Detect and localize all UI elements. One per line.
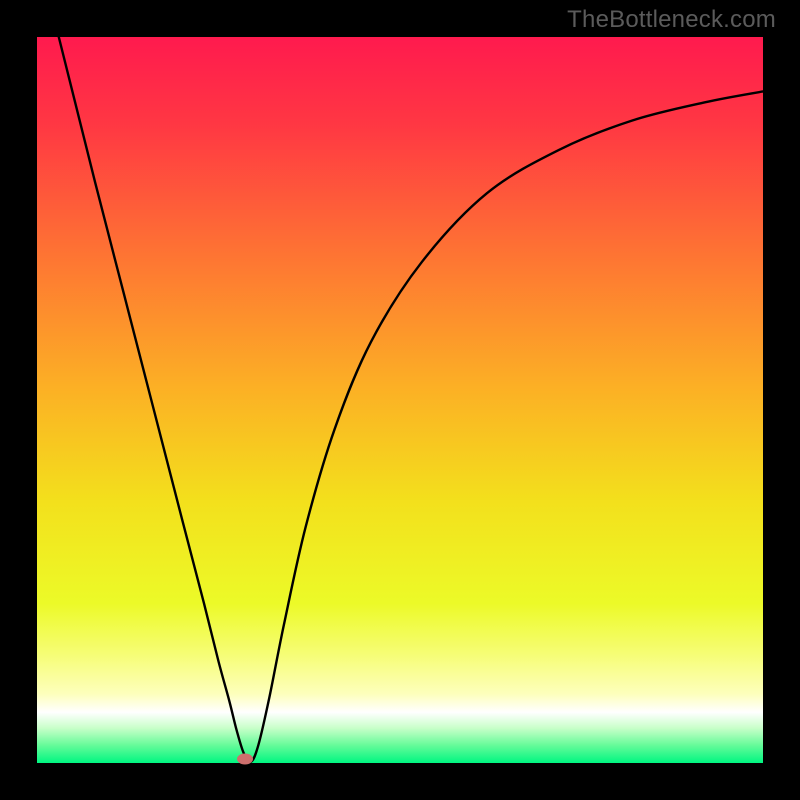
plot-frame <box>37 37 763 763</box>
watermark-text: TheBottleneck.com <box>567 6 776 34</box>
minimum-marker <box>237 754 253 765</box>
bottleneck-curve <box>37 37 763 763</box>
